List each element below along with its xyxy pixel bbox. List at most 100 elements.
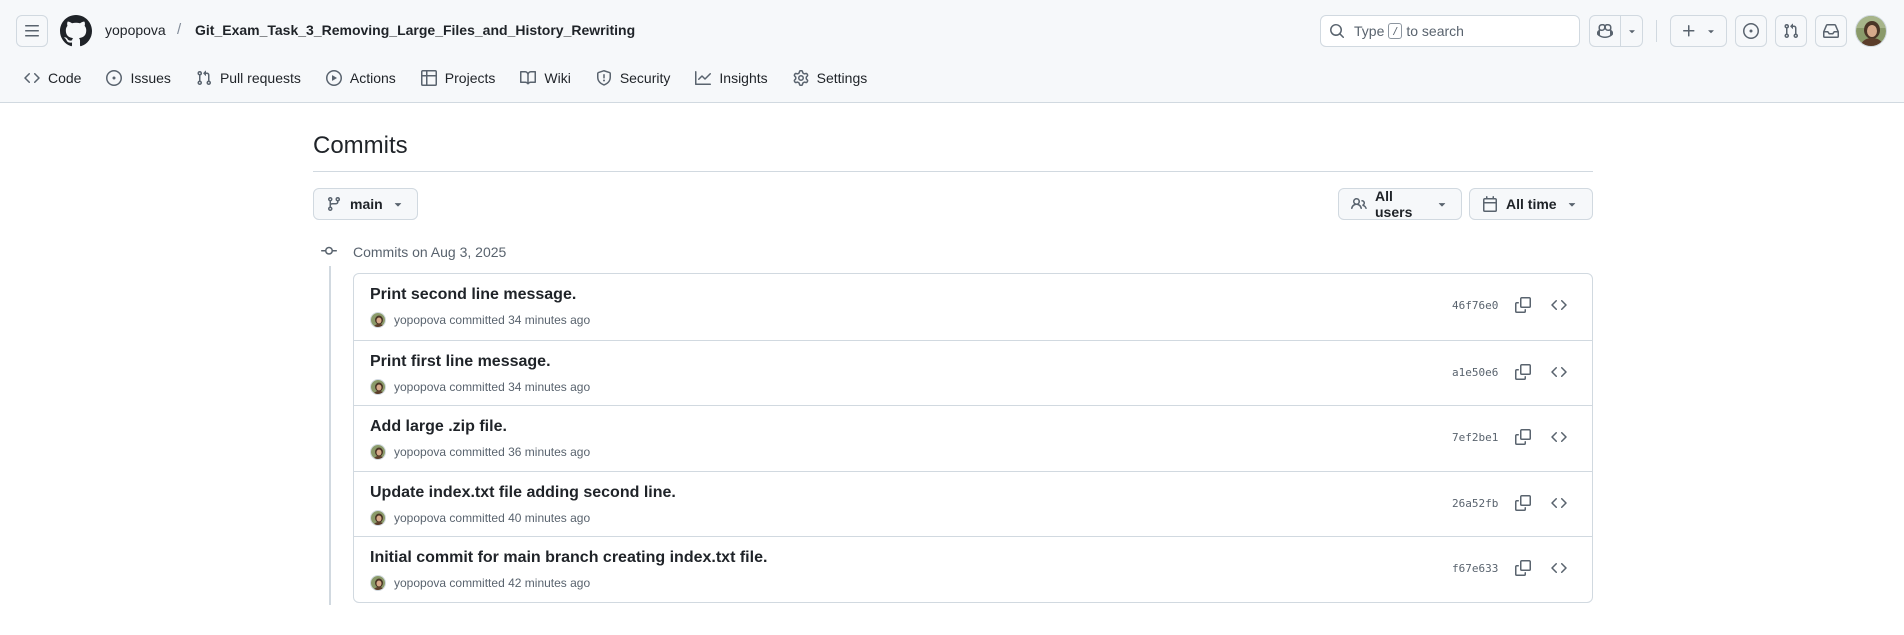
git-commit-icon [321, 243, 337, 259]
copy-sha-button[interactable] [1509, 554, 1537, 582]
code-icon [1551, 366, 1567, 377]
commit-verb: committed [449, 445, 505, 460]
users-filter-button[interactable]: All users [1338, 188, 1462, 220]
commit-time: 34 minutes ago [508, 379, 591, 394]
copilot-button[interactable] [1590, 16, 1622, 46]
book-icon [520, 70, 537, 85]
header-divider [1656, 20, 1657, 42]
commit-row: Print first line message. yopopova commi… [354, 339, 1592, 406]
commit-verb: committed [449, 379, 505, 394]
copilot-icon [1597, 23, 1614, 39]
tab-wiki[interactable]: Wiki [512, 62, 578, 94]
user-avatar[interactable] [1855, 15, 1887, 47]
commit-meta: yopopova committed 42 minutes ago [370, 575, 591, 592]
triangle-down-icon [1628, 30, 1635, 34]
author-avatar[interactable] [370, 509, 386, 526]
copy-sha-button[interactable] [1509, 489, 1537, 517]
commit-author-link[interactable]: yopopova [394, 511, 446, 525]
copy-icon [1515, 494, 1531, 511]
github-logo-icon[interactable] [60, 15, 92, 47]
repo-name-link[interactable]: Git_Exam_Task_3_Removing_Large_Files_and… [195, 22, 635, 38]
commit-sha-link[interactable]: a1e50e6 [1452, 366, 1498, 379]
commit-message-link[interactable]: Print first line message. [370, 353, 551, 371]
commit-author-link[interactable]: yopopova [394, 576, 446, 590]
search-input[interactable]: Type / to search [1320, 15, 1580, 47]
triangle-down-icon [394, 203, 401, 207]
tab-issues[interactable]: Issues [98, 62, 178, 94]
browse-files-button[interactable] [1545, 489, 1573, 517]
commit-sha-link[interactable]: 26a52fb [1452, 497, 1498, 510]
copilot-dropdown-button[interactable] [1621, 16, 1642, 46]
copy-icon [1515, 560, 1531, 577]
commit-message-link[interactable]: Initial commit for main branch creating … [370, 549, 767, 567]
time-filter-button[interactable]: All time [1469, 188, 1593, 220]
author-avatar[interactable] [370, 312, 386, 328]
triangle-down-icon [1438, 203, 1446, 207]
branch-select-button[interactable]: main [313, 188, 418, 220]
tab-insights-label: Insights [719, 70, 768, 86]
commit-row: Print second line message. yopopova comm… [354, 274, 1592, 340]
copy-icon [1515, 297, 1531, 313]
graph-icon [695, 71, 712, 85]
people-icon [1351, 197, 1367, 210]
issue-opened-icon [106, 70, 123, 86]
users-filter-label: All users [1375, 188, 1413, 220]
git-pull-request-icon [1784, 23, 1799, 39]
hamburger-icon [25, 25, 39, 37]
inbox-icon [1823, 24, 1839, 38]
copy-icon [1515, 429, 1531, 446]
tab-pull-requests[interactable]: Pull requests [188, 62, 309, 94]
tab-projects[interactable]: Projects [413, 62, 504, 94]
author-avatar[interactable] [370, 575, 386, 592]
title-divider [313, 171, 1593, 172]
tab-security[interactable]: Security [588, 62, 679, 94]
code-icon [24, 72, 40, 84]
browse-files-button[interactable] [1545, 358, 1573, 386]
your-pull-requests-button[interactable] [1775, 15, 1807, 47]
header-top-bar: yopopova / Git_Exam_Task_3_Removing_Larg… [0, 0, 1904, 62]
commit-time: 34 minutes ago [508, 313, 591, 327]
tab-settings[interactable]: Settings [785, 62, 876, 94]
commit-author-link[interactable]: yopopova [394, 445, 446, 459]
commit-meta: yopopova committed 36 minutes ago [370, 444, 590, 461]
commit-sha-link[interactable]: 46f76e0 [1452, 299, 1498, 312]
commit-sha-link[interactable]: f67e633 [1452, 562, 1498, 575]
calendar-icon [1483, 196, 1497, 212]
hamburger-menu-button[interactable] [16, 15, 48, 47]
author-avatar[interactable] [370, 444, 386, 461]
code-icon [1551, 497, 1567, 508]
breadcrumb-separator: / [177, 21, 182, 38]
commit-time: 42 minutes ago [508, 576, 591, 591]
git-branch-icon [327, 197, 340, 212]
commit-message-link[interactable]: Add large .zip file. [370, 418, 507, 436]
tab-code-label: Code [48, 70, 82, 86]
commit-meta: yopopova committed 40 minutes ago [370, 509, 590, 526]
commit-list: Print second line message. yopopova comm… [353, 273, 1593, 603]
tab-insights[interactable]: Insights [687, 62, 775, 94]
copy-sha-button[interactable] [1509, 358, 1537, 386]
commit-meta: yopopova committed 34 minutes ago [370, 312, 590, 328]
browse-files-button[interactable] [1545, 554, 1573, 582]
browse-files-button[interactable] [1545, 291, 1573, 319]
shield-icon [596, 70, 611, 86]
avatar-image-icon [1856, 16, 1886, 46]
your-issues-button[interactable] [1735, 15, 1767, 47]
commit-message-link[interactable]: Update index.txt file adding second line… [370, 484, 676, 502]
commit-sha-link[interactable]: 7ef2be1 [1452, 431, 1498, 444]
commit-author-link[interactable]: yopopova [394, 380, 446, 394]
browse-files-button[interactable] [1545, 423, 1573, 451]
tab-actions[interactable]: Actions [318, 62, 404, 94]
notifications-button[interactable] [1815, 15, 1847, 47]
commit-verb: committed [449, 576, 505, 591]
author-avatar[interactable] [370, 378, 386, 395]
commit-meta: yopopova committed 34 minutes ago [370, 378, 591, 395]
commit-row: Initial commit for main branch creating … [354, 536, 1592, 602]
commit-message-link[interactable]: Print second line message. [370, 286, 576, 304]
code-icon [1551, 299, 1567, 311]
create-new-button[interactable] [1670, 15, 1727, 47]
repo-owner-link[interactable]: yopopova [105, 22, 166, 38]
copy-sha-button[interactable] [1509, 291, 1537, 319]
tab-code[interactable]: Code [16, 62, 89, 94]
commit-author-link[interactable]: yopopova [394, 313, 446, 327]
copy-sha-button[interactable] [1509, 423, 1537, 451]
